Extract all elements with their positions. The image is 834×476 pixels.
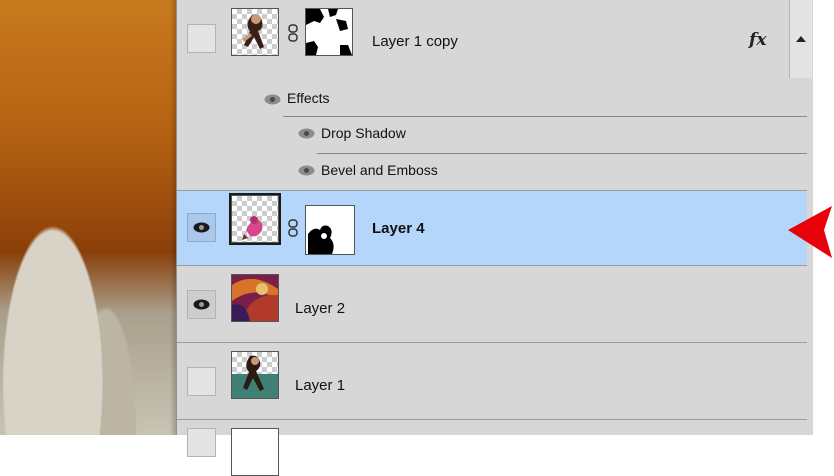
layer-row-layer-4[interactable]: Layer 4: [177, 191, 807, 265]
visibility-toggle[interactable]: [187, 428, 216, 457]
layer-row-partial[interactable]: [177, 420, 807, 476]
layer-mask-thumbnail[interactable]: [305, 8, 353, 56]
layer-name[interactable]: Layer 4: [372, 220, 425, 237]
visibility-toggle[interactable]: [187, 367, 216, 396]
scroll-up-arrow-icon[interactable]: [796, 36, 806, 42]
visibility-toggle[interactable]: [187, 213, 216, 242]
eye-icon[interactable]: [298, 128, 315, 139]
visibility-toggle[interactable]: [187, 24, 216, 53]
annotation-arrow-icon: [788, 206, 832, 258]
layer-thumbnail[interactable]: [231, 195, 279, 243]
layer-name[interactable]: Layer 2: [295, 300, 345, 317]
scrollbar[interactable]: [789, 0, 812, 78]
document-canvas: [0, 0, 176, 435]
visibility-toggle[interactable]: [187, 290, 216, 319]
layer-thumbnail[interactable]: [231, 8, 279, 56]
layers-panel: Layer 1 copy fx Effects Drop Shadow Beve…: [176, 0, 813, 476]
layer-thumbnail[interactable]: [231, 428, 279, 476]
effect-bevel-and-emboss[interactable]: Bevel and Emboss: [321, 162, 438, 178]
effects-header[interactable]: Effects: [287, 90, 330, 106]
eye-icon[interactable]: [298, 165, 315, 176]
layer-row-layer-1-copy[interactable]: Layer 1 copy fx Effects Drop Shadow Beve…: [177, 0, 807, 190]
effect-drop-shadow[interactable]: Drop Shadow: [321, 125, 406, 141]
layer-row-layer-2[interactable]: Layer 2: [177, 266, 807, 342]
link-chain-icon[interactable]: [288, 219, 298, 237]
layer-name[interactable]: Layer 1 copy: [372, 33, 458, 50]
layer-row-layer-1[interactable]: Layer 1: [177, 343, 807, 419]
layer-thumbnail[interactable]: [231, 351, 279, 399]
divider: [317, 153, 807, 154]
eye-icon[interactable]: [264, 94, 281, 105]
layer-name[interactable]: Layer 1: [295, 377, 345, 394]
layer-mask-thumbnail[interactable]: [305, 205, 355, 255]
link-chain-icon[interactable]: [288, 24, 298, 42]
eye-icon: [193, 222, 210, 233]
divider: [283, 116, 807, 117]
layer-thumbnail[interactable]: [231, 274, 279, 322]
fx-badge[interactable]: fx: [749, 30, 766, 50]
eye-icon: [193, 299, 210, 310]
